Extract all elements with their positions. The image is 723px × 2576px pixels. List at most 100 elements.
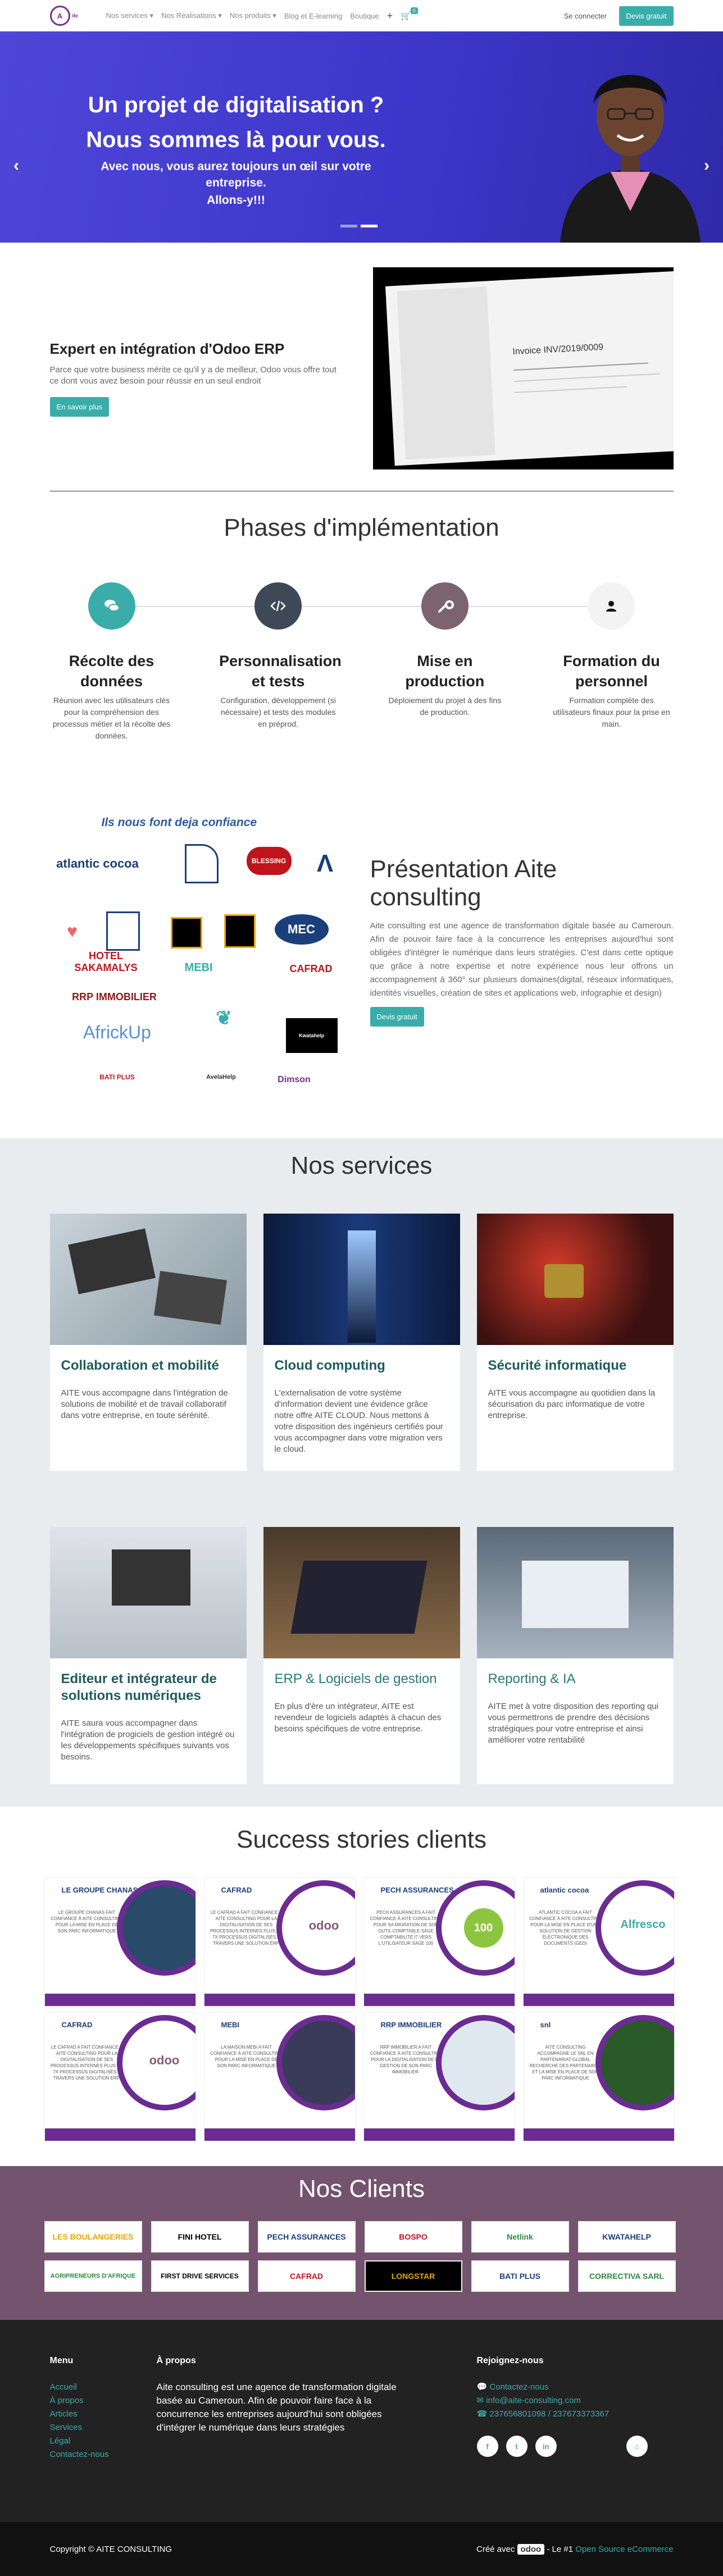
client-logo: MEC [274, 914, 329, 945]
footer-contact: Rejoignez-nous 💬 Contactez-nous ✉ info@a… [476, 2356, 674, 2461]
home-icon[interactable]: ⌂ [626, 2436, 648, 2457]
cart-icon[interactable]: 🛒 0 [401, 7, 418, 21]
logo-text: ite [72, 12, 79, 19]
footer-link-legal[interactable]: Légal [50, 2434, 157, 2448]
client-logo: CAFRAD [289, 963, 333, 974]
services-title: Nos services [290, 1152, 433, 1179]
signin-link[interactable]: Se connecter [564, 12, 607, 20]
linkedin-icon[interactable]: in [535, 2436, 557, 2457]
client-logo-icon [224, 914, 256, 948]
phase-title: Formation du personnel [563, 653, 660, 690]
erp-laptop-image [263, 1527, 460, 1658]
client-logo: Dimson [278, 1075, 311, 1084]
user-icon [588, 582, 635, 630]
odoo-logo[interactable]: odoo [517, 2544, 545, 2555]
alfresco-logo: Alfresco [620, 1918, 666, 1931]
erp-description: Parce que votre business mérite ce qu'il… [49, 365, 337, 386]
story-card[interactable]: atlantic cocoa ATLANTIC COCOA A FAIT CONF… [522, 1877, 675, 2007]
service-body: Sécurité informatique AITE vous accompag… [477, 1345, 674, 1434]
nav-blog[interactable]: Blog et E-learning [284, 12, 342, 20]
contact-link[interactable]: 💬 Contactez-nous [477, 2381, 674, 2394]
story-card[interactable]: LE GROUPE CHANAS LE GROUPE CHANAS FAIT CO… [44, 1877, 196, 2007]
learn-more-button[interactable]: En savoir plus [49, 397, 110, 417]
monitor-shape [111, 1549, 190, 1606]
story-text: ATLANTIC COCOA A FAIT CONFIANCE À AITE C… [529, 1910, 602, 1946]
number-one-label: - Le #1 [547, 2545, 574, 2554]
nav-boutique[interactable]: Boutique [350, 12, 379, 20]
story-card[interactable]: CAFRAD LE CAFRAD A FAIT CONFIANCE À AITE … [203, 1877, 356, 2007]
nav-services[interactable]: Nos services ▾ [106, 11, 154, 20]
nav-realisations[interactable]: Nos Réalisations ▾ [161, 11, 222, 20]
client-card: FIRST DRIVE SERVICES [151, 2260, 249, 2292]
footer-about-title: À propos [156, 2356, 196, 2365]
story-image [435, 2015, 515, 2110]
story-card[interactable]: MEBI LA MAISON MEBI A FAIT CONFIANCE À AI… [203, 2012, 356, 2141]
carousel-indicator[interactable] [340, 225, 357, 227]
logo[interactable]: A ite [49, 6, 106, 26]
footer-link-articles[interactable]: Articles [50, 2408, 157, 2421]
sage-100-badge: 100 [463, 1908, 503, 1948]
free-quote-button[interactable]: Devis gratuit [619, 6, 674, 26]
phase-item: Récolte des données Réunion avec les uti… [53, 582, 171, 742]
invoice-line [514, 386, 627, 394]
ecommerce-link[interactable]: Open Source eCommerce [575, 2545, 673, 2554]
collaboration-image [49, 1214, 247, 1345]
nav-produits[interactable]: Nos produits ▾ [230, 11, 276, 20]
story-card[interactable]: CAFRAD LE CAFRAD A FAIT CONFIANCE À AITE … [44, 2012, 196, 2141]
service-card[interactable]: Sécurité informatique AITE vous accompag… [476, 1214, 674, 1471]
footer-link-services[interactable]: Services [50, 2421, 157, 2434]
client-card: FINI HOTEL [151, 2221, 249, 2253]
heart-logo-icon: ♥ [67, 920, 78, 941]
story-text: AITE CONSULTING ACCOMPAGNE LE SNL EN PAR… [529, 2045, 602, 2081]
service-card[interactable]: Cloud computing L'externalisation de vot… [263, 1214, 460, 1471]
client-card: CORRECTIVA SARL [578, 2260, 676, 2292]
service-title: Editeur et intégrateur de solutions numé… [61, 1671, 217, 1703]
service-card[interactable]: Reporting & IA AITE met à votre disposit… [476, 1527, 674, 1784]
service-title: Cloud computing [274, 1358, 385, 1373]
service-card[interactable]: ERP & Logiciels de gestion En plus d'ère… [263, 1527, 460, 1784]
logo-mark: A [49, 6, 70, 26]
free-quote-button[interactable]: Devis gratuit [370, 1007, 424, 1027]
plus-icon[interactable]: + [387, 10, 393, 22]
phase-item: Personnalisation et tests Configuration,… [219, 582, 342, 742]
phase-text: Déploiement du projet à des fins de prod… [388, 696, 502, 717]
client-card: PECH ASSURANCES [257, 2221, 356, 2253]
invoice-paper: Invoice INV/2019/0009 [385, 271, 674, 466]
facebook-icon[interactable]: f [476, 2436, 498, 2457]
erp-section: Expert en intégration d'Odoo ERP Parce q… [0, 243, 723, 490]
footer-menu-links: Accueil À propos Articles Services Légal… [50, 2381, 157, 2461]
phone-link[interactable]: ☎ 237656801098 / 237673373367 [477, 2408, 674, 2421]
laptop-screen-shape [521, 1561, 629, 1628]
carousel-indicator-active[interactable] [361, 225, 378, 227]
twitter-icon[interactable]: t [506, 2436, 528, 2457]
story-logo: atlantic cocoa [540, 1886, 589, 1894]
service-card[interactable]: Collaboration et mobilité AITE vous acco… [49, 1214, 247, 1471]
service-card[interactable]: Editeur et intégrateur de solutions numé… [49, 1527, 247, 1784]
story-text: LE CAFRAD A FAIT CONFIANCE À AITE CONSUL… [210, 1910, 283, 1946]
story-logo: CAFRAD [61, 2021, 93, 2029]
cloud-datacenter-image [263, 1214, 460, 1345]
service-body: Editeur et intégrateur de solutions numé… [50, 1658, 247, 1775]
client-card: LES BOULANGERIES [44, 2221, 142, 2253]
story-card[interactable]: PECH ASSURANCES PECH ASSURANCES A FAIT CO… [363, 1877, 515, 2007]
odoo-invoice-image: Invoice INV/2019/0009 [372, 267, 674, 469]
carousel-next-icon[interactable]: › [704, 156, 710, 175]
a-logo-icon: Λ [316, 850, 334, 877]
client-logo-icon [184, 844, 219, 883]
chevron-down-icon: ▾ [149, 11, 154, 20]
presentation-text-block: Présentation Aite consulting Aite consul… [370, 816, 674, 1097]
footer-link-contact[interactable]: Contactez-nous [50, 2448, 157, 2461]
footer-link-accueil[interactable]: Accueil [50, 2381, 157, 2394]
main-nav: Nos services ▾ Nos Réalisations ▾ Nos pr… [106, 7, 564, 22]
service-title: ERP & Logiciels de gestion [274, 1671, 437, 1686]
story-text: RRP IMMOBILIER A FAIT CONFIANCE À AITE C… [370, 2045, 442, 2075]
success-stories-section: Success stories clients LE GROUPE CHANAS… [0, 1807, 723, 2166]
story-card[interactable]: RRP IMMOBILIER RRP IMMOBILIER A FAIT CONF… [363, 2012, 515, 2141]
phase-item: Mise en production Déploiement du projet… [386, 582, 504, 742]
email-link[interactable]: ✉ info@aite-consulting.com [477, 2394, 674, 2408]
carousel-prev-icon[interactable]: ‹ [13, 156, 19, 175]
client-card: LONGSTAR [364, 2260, 462, 2292]
social-links: f t in ⌂ [476, 2436, 674, 2457]
story-card[interactable]: snl AITE CONSULTING ACCOMPAGNE LE SNL EN … [522, 2012, 675, 2141]
footer-link-apropos[interactable]: À propos [50, 2394, 157, 2408]
